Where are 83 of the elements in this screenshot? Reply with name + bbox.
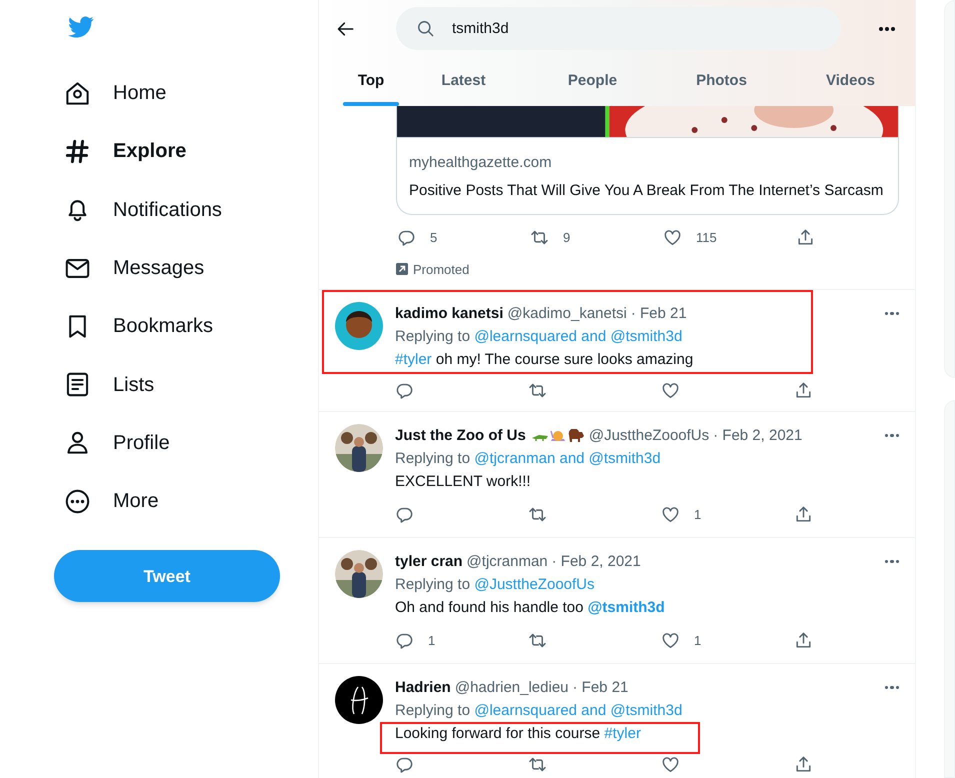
avatar[interactable] bbox=[335, 676, 383, 724]
tweet-text: Oh and found his handle too @tsmith3d bbox=[395, 598, 665, 618]
retweet-icon[interactable] bbox=[528, 381, 547, 400]
retweet-icon[interactable] bbox=[528, 631, 547, 650]
heart-icon[interactable] bbox=[661, 505, 680, 524]
card-title: Positive Posts That Will Give You A Break From The Internet’s Sarcasm bbox=[409, 180, 884, 200]
list-icon[interactable] bbox=[64, 371, 91, 398]
retweet-count: 9 bbox=[563, 229, 570, 247]
snail-icon bbox=[550, 428, 566, 442]
handle: @hadrien_ledieu bbox=[454, 678, 569, 698]
hash-icon[interactable] bbox=[64, 138, 91, 165]
more-icon[interactable] bbox=[884, 312, 899, 316]
nav-item[interactable]: Profile bbox=[0, 414, 318, 472]
like-count: 115 bbox=[696, 229, 717, 247]
tab[interactable]: People bbox=[528, 57, 657, 106]
handle: @tjcranman bbox=[466, 552, 548, 572]
replying-to: Replying to @learnsquared and @tsmith3d bbox=[395, 327, 684, 347]
retweet-icon[interactable] bbox=[528, 755, 547, 774]
heart-icon[interactable] bbox=[661, 755, 680, 774]
like-count: 1 bbox=[694, 632, 702, 650]
card-domain: myhealthgazette.com bbox=[409, 153, 553, 173]
tweet-text: Looking forward for this course #tyler bbox=[395, 724, 641, 744]
share-icon[interactable] bbox=[794, 755, 813, 774]
tab[interactable]: Top bbox=[343, 57, 399, 106]
reply-count: 1 bbox=[428, 632, 436, 650]
share-icon[interactable] bbox=[796, 228, 815, 248]
search-field[interactable]: tsmith3d bbox=[396, 7, 841, 50]
tweet-date[interactable]: · Feb 21 bbox=[630, 302, 687, 325]
reply-icon[interactable] bbox=[395, 631, 414, 650]
promoted-icon bbox=[396, 263, 408, 276]
avatar[interactable] bbox=[335, 302, 383, 350]
share-icon[interactable] bbox=[794, 631, 813, 650]
handle: @JusttheZooofUs bbox=[588, 426, 710, 446]
reply-count: 5 bbox=[430, 229, 438, 247]
heart-icon[interactable] bbox=[663, 228, 682, 248]
tweet-date[interactable]: · Feb 2, 2021 bbox=[552, 550, 641, 573]
more-icon[interactable] bbox=[884, 560, 899, 564]
reply-icon[interactable] bbox=[397, 228, 416, 248]
nav-item[interactable]: Messages bbox=[0, 238, 318, 298]
tweet-date[interactable]: · Feb 2, 2021 bbox=[713, 424, 802, 447]
nav-item[interactable]: Notifications bbox=[0, 180, 318, 239]
tweet[interactable]: Just the Zoo of Us @JusttheZooofUs · Feb 2, 2021 Replying to @tjcranman and @tsmith3d EXCELLENT work!!! 1 bbox=[319, 412, 915, 538]
tab[interactable]: Photos bbox=[657, 57, 786, 106]
reply-icon[interactable] bbox=[395, 505, 414, 524]
bison-icon bbox=[566, 428, 585, 442]
tab[interactable]: Latest bbox=[399, 57, 528, 106]
replying-to: Replying to @JusttheZooofUs bbox=[395, 575, 596, 595]
replying-to: Replying to @learnsquared and @tsmith3d bbox=[395, 701, 684, 721]
tweet[interactable]: Hadrien @hadrien_ledieu · Feb 21 Replying to @learnsquared and @tsmith3d Looking forward for this course #tyler bbox=[319, 664, 915, 778]
handle: @kadimo_kanetsi bbox=[507, 304, 627, 324]
heart-icon[interactable] bbox=[661, 381, 680, 400]
author-name[interactable]: kadimo kanetsi bbox=[395, 302, 504, 325]
more-icon[interactable] bbox=[879, 26, 895, 30]
more-icon[interactable] bbox=[64, 488, 91, 515]
nav-item[interactable]: Explore bbox=[0, 122, 318, 181]
like-count: 1 bbox=[694, 506, 702, 524]
replying-to: Replying to @tjcranman and @tsmith3d bbox=[395, 449, 662, 469]
author-name[interactable]: Just the Zoo of Us bbox=[395, 424, 526, 447]
nav-item[interactable]: Lists bbox=[0, 355, 318, 414]
promoted-label: Promoted bbox=[413, 260, 470, 278]
tweet[interactable]: kadimo kanetsi @kadimo_kanetsi · Feb 21 Replying to @learnsquared and @tsmith3d #tyler oh my! The course sure looks amazing bbox=[319, 290, 915, 412]
home-icon[interactable] bbox=[64, 80, 91, 107]
nav-item[interactable]: More bbox=[0, 472, 318, 530]
reply-icon[interactable] bbox=[395, 381, 414, 400]
reply-icon[interactable] bbox=[395, 755, 414, 774]
author-name[interactable]: tyler cran bbox=[395, 550, 463, 573]
author-name[interactable]: Hadrien bbox=[395, 676, 451, 699]
heart-icon[interactable] bbox=[661, 631, 680, 650]
more-icon[interactable] bbox=[884, 434, 899, 438]
link-card[interactable]: myhealthgazette.com Positive Posts That Will Give You A Break From The Internet’s Sarcasm bbox=[396, 106, 899, 215]
tweet[interactable]: tyler cran @tjcranman · Feb 2, 2021 Replying to @JusttheZooofUs Oh and found his handle too @tsmith3d 1 1 bbox=[319, 538, 915, 664]
nav-item[interactable]: Home bbox=[0, 64, 318, 122]
bird-logo[interactable] bbox=[66, 14, 96, 40]
tweet-date[interactable]: · Feb 21 bbox=[572, 676, 628, 699]
retweet-icon[interactable] bbox=[528, 505, 547, 524]
tweet-text: EXCELLENT work!!! bbox=[395, 472, 531, 492]
share-icon[interactable] bbox=[794, 381, 813, 400]
search-icon[interactable] bbox=[416, 19, 435, 38]
more-icon[interactable] bbox=[884, 686, 899, 690]
nav-item[interactable]: Bookmarks bbox=[0, 297, 318, 356]
share-icon[interactable] bbox=[794, 505, 813, 524]
tab[interactable]: Videos bbox=[786, 57, 915, 106]
tweet-text: #tyler oh my! The course sure looks amazing bbox=[395, 350, 694, 370]
